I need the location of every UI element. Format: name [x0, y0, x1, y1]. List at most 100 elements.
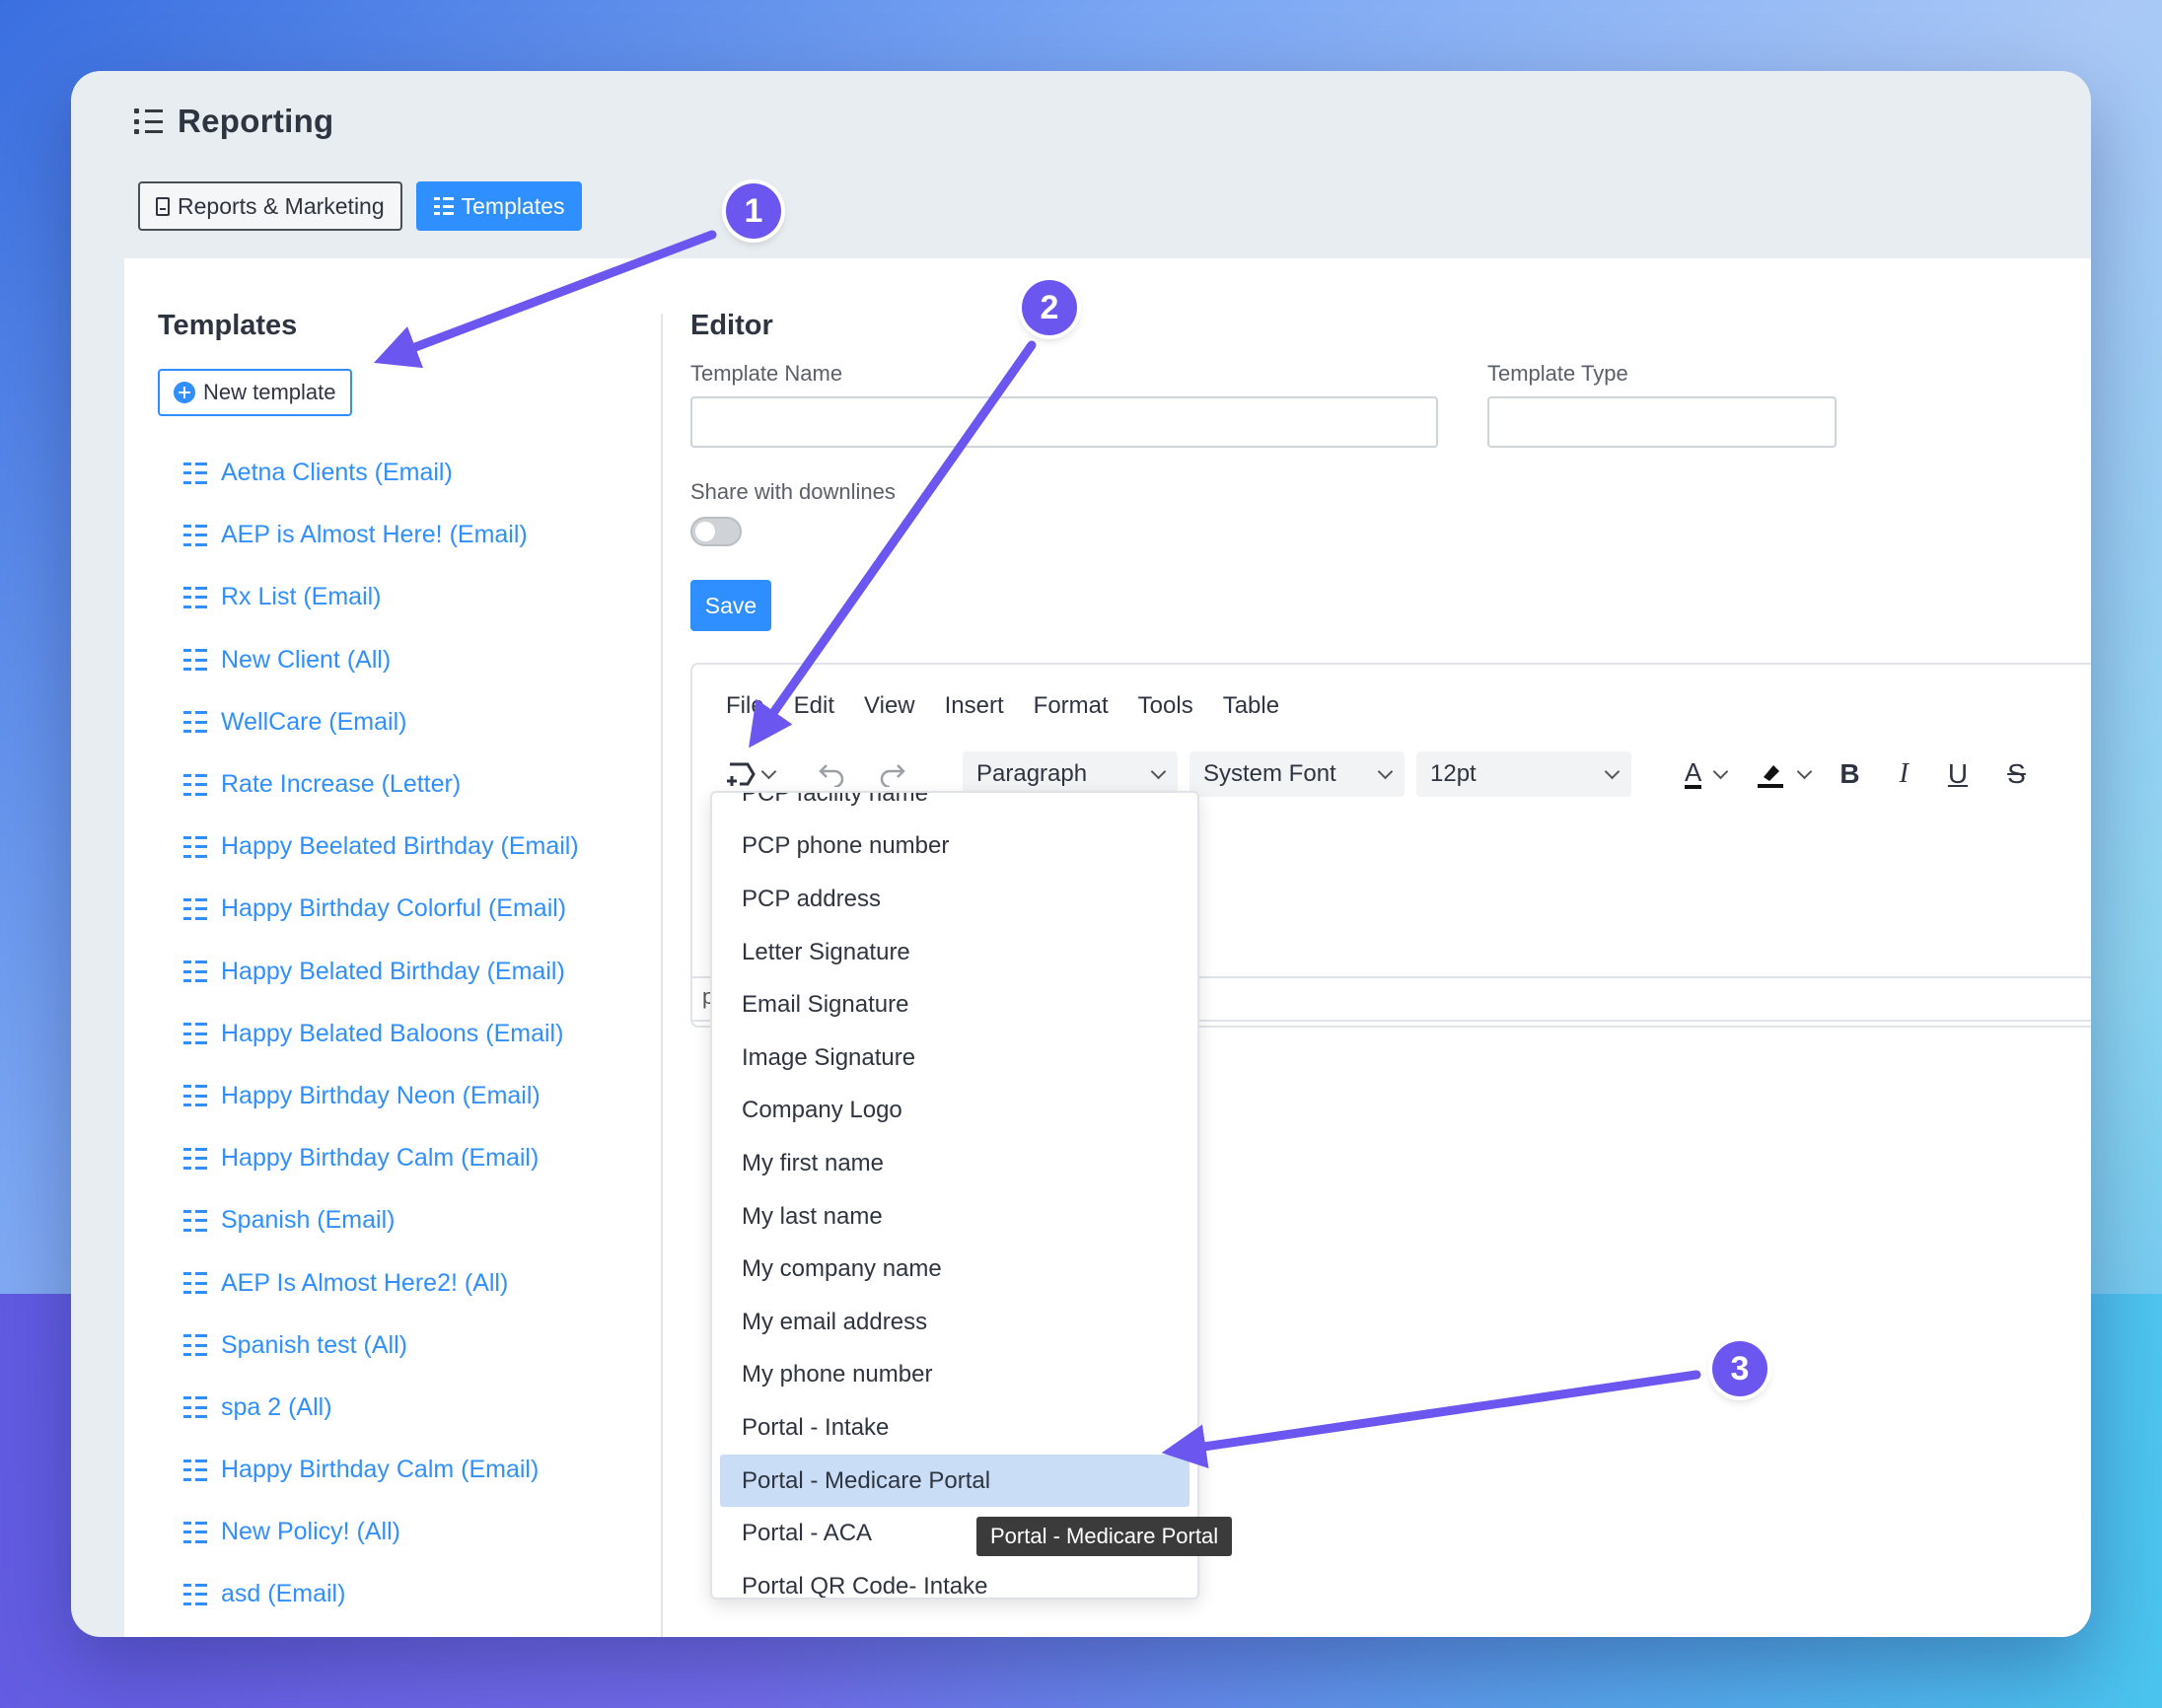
tab-bar: Reports & Marketing Templates — [138, 181, 583, 231]
template-list-item[interactable]: New Client (All) — [183, 629, 579, 691]
template-name-input[interactable] — [690, 396, 1438, 448]
template-name: Happy Birthday Neon (Email) — [221, 1081, 540, 1109]
merge-field-option[interactable]: My first name — [712, 1137, 1197, 1190]
merge-field-option[interactable]: My email address — [712, 1296, 1197, 1349]
list-icon — [433, 197, 454, 215]
merge-field-option[interactable]: Letter Signature — [712, 926, 1197, 979]
template-list-item[interactable]: Rate Increase (Letter) — [183, 753, 579, 816]
template-name: Happy Beelated Birthday (Email) — [221, 832, 579, 861]
template-list-item[interactable]: Happy Belated Baloons (Email) — [183, 1003, 579, 1065]
list-icon — [183, 1085, 207, 1107]
underline-button[interactable]: U — [1948, 758, 1968, 790]
menu-item[interactable]: Format — [1034, 692, 1109, 720]
merge-field-option[interactable]: PCP facility name — [712, 793, 1197, 820]
template-list-item[interactable]: Aetna Clients (Email) — [183, 442, 579, 504]
templates-heading: Templates — [158, 310, 298, 341]
template-name: Happy Belated Birthday (Email) — [221, 957, 565, 985]
list-icon — [183, 1521, 207, 1543]
merge-field-option[interactable]: PCP phone number — [712, 820, 1197, 874]
template-name: asd (Email) — [221, 1580, 346, 1608]
template-list-item[interactable]: Happy Belated Birthday (Email) — [183, 941, 579, 1003]
template-list-item[interactable]: spa 2 (All) — [183, 1377, 579, 1439]
italic-button[interactable]: I — [1900, 758, 1909, 790]
panel-divider — [661, 314, 663, 1637]
tab-reports-marketing[interactable]: Reports & Marketing — [138, 181, 402, 231]
template-list-item[interactable]: asd (Email) — [183, 1563, 579, 1625]
merge-field-option[interactable]: Portal QR Code- Intake — [712, 1560, 1197, 1598]
strikethrough-button[interactable]: S — [2007, 758, 2026, 790]
merge-field-option[interactable]: My company name — [712, 1243, 1197, 1296]
menu-item[interactable]: File — [726, 692, 764, 720]
block-format-value: Paragraph — [976, 760, 1088, 787]
bold-button[interactable]: B — [1839, 758, 1859, 790]
merge-field-option[interactable]: My phone number — [712, 1349, 1197, 1402]
menu-item[interactable]: Insert — [945, 692, 1004, 720]
list-icon — [183, 1209, 207, 1232]
insert-merge-field-button[interactable] — [720, 760, 779, 788]
menu-item[interactable]: Table — [1223, 692, 1279, 720]
highlight-color-button[interactable] — [1756, 759, 1813, 789]
template-list-item[interactable]: Spanish test (All) — [183, 1315, 579, 1377]
list-icon — [183, 524, 207, 546]
font-family-select[interactable]: System Font — [1189, 751, 1405, 797]
template-list-item[interactable]: Rx List (Email) — [183, 566, 579, 628]
list-icon — [183, 1396, 207, 1419]
template-type-label: Template Type — [1487, 361, 1628, 386]
template-name: Happy Birthday Calm (Email) — [221, 1456, 540, 1484]
chevron-down-icon — [760, 763, 776, 779]
redo-button[interactable] — [868, 761, 917, 787]
merge-field-option[interactable]: Company Logo — [712, 1085, 1197, 1138]
tab-label: Templates — [461, 192, 565, 219]
text-color-button[interactable]: A — [1685, 757, 1729, 789]
template-list-item[interactable]: New Policy! (All) — [183, 1501, 579, 1563]
template-type-select[interactable] — [1487, 396, 1837, 448]
merge-field-option[interactable]: My last name — [712, 1190, 1197, 1244]
menu-item[interactable]: View — [864, 692, 915, 720]
list-icon — [134, 108, 164, 134]
template-list-item[interactable]: Happy Birthday Calm (Email) — [183, 1439, 579, 1501]
template-list-item[interactable]: Happy Beelated Birthday (Email) — [183, 816, 579, 878]
template-list: Aetna Clients (Email) AEP is Almost Here!… — [183, 442, 579, 1626]
editor-menubar: File Edit View Insert Format Tools Table — [726, 692, 1279, 720]
new-template-label: New template — [203, 380, 336, 404]
merge-field-option[interactable]: Portal - Intake — [712, 1401, 1197, 1455]
template-list-item[interactable]: AEP is Almost Here! (Email) — [183, 504, 579, 566]
menu-item[interactable]: Tools — [1138, 692, 1193, 720]
tooltip: Portal - Medicare Portal — [976, 1517, 1233, 1556]
list-icon — [183, 649, 207, 672]
merge-field-option[interactable]: PCP address — [712, 873, 1197, 926]
tab-label: Reports & Marketing — [178, 192, 385, 219]
undo-button[interactable] — [807, 761, 856, 787]
text-color-icon: A — [1685, 757, 1702, 789]
list-icon — [183, 773, 207, 796]
template-list-item[interactable]: WellCare (Email) — [183, 691, 579, 753]
template-name: Spanish test (All) — [221, 1330, 407, 1359]
page-title: Reporting — [178, 103, 334, 139]
new-template-button[interactable]: New template — [158, 369, 352, 416]
save-button[interactable]: Save — [690, 580, 771, 631]
merge-field-option[interactable]: Image Signature — [712, 1032, 1197, 1085]
template-list-item[interactable]: Spanish (Email) — [183, 1189, 579, 1251]
merge-field-option[interactable]: Email Signature — [712, 978, 1197, 1032]
template-list-item[interactable]: Happy Birthday Calm (Email) — [183, 1127, 579, 1189]
template-name: WellCare (Email) — [221, 707, 407, 736]
list-icon — [183, 1147, 207, 1170]
merge-field-icon — [726, 762, 756, 786]
template-list-item[interactable]: AEP Is Almost Here2! (All) — [183, 1251, 579, 1314]
font-size-select[interactable]: 12pt — [1416, 751, 1631, 797]
redo-icon — [880, 764, 905, 787]
list-icon — [183, 1272, 207, 1295]
list-icon — [183, 462, 207, 484]
template-name: Rx List (Email) — [221, 583, 382, 611]
merge-field-option[interactable]: Portal - Medicare Portal — [720, 1454, 1189, 1508]
list-icon — [183, 961, 207, 983]
menu-item[interactable]: Edit — [794, 692, 834, 720]
share-toggle[interactable] — [690, 517, 742, 546]
template-name: AEP is Almost Here! (Email) — [221, 521, 528, 549]
template-list-item[interactable]: Happy Birthday Neon (Email) — [183, 1065, 579, 1127]
templates-panel: Templates New template Aetna Clients (Em… — [158, 258, 661, 1637]
font-size-value: 12pt — [1430, 760, 1477, 787]
tab-templates[interactable]: Templates — [415, 181, 583, 231]
template-list-item[interactable]: Happy Birthday Colorful (Email) — [183, 878, 579, 940]
step-badge-1: 1 — [726, 183, 781, 239]
